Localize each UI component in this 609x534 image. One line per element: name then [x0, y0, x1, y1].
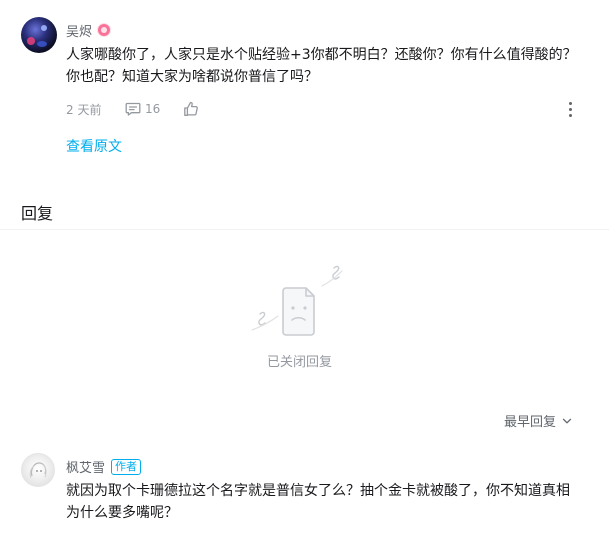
reply-count-button[interactable] [125, 102, 141, 116]
like-icon [184, 101, 198, 116]
comment-text-line-1: 人家哪酸你了，人家只是水个贴经验+3你都不明白？还酸你？你有什么值得酸的？ [66, 47, 577, 63]
sort-label: 最早回复 [504, 415, 557, 430]
username[interactable]: 吴烬 [66, 21, 92, 40]
more-icon[interactable] [569, 102, 572, 117]
empty-state-text: 已关闭回复 [267, 355, 333, 370]
divider [0, 229, 609, 230]
level-badge-icon [98, 24, 110, 36]
view-original-link[interactable]: 查看原文 [66, 136, 122, 156]
comment-header: 枫艾雪 作者 [66, 457, 142, 476]
comment-text-line-2: 你也配？知道大家为啥都说你普信了吗？ [66, 69, 318, 85]
empty-document-icon [251, 265, 343, 336]
comment-text-line-2: 为什么要多嘴呢？ [66, 505, 178, 521]
section-title: 回复 [21, 204, 54, 223]
avatar[interactable] [21, 17, 57, 53]
username[interactable]: 枫艾雪 [66, 457, 105, 476]
comment-time: 2 天前 [66, 103, 102, 117]
empty-state-illustration [248, 258, 358, 348]
author-tag: 作者 [111, 458, 142, 475]
comment-icon [125, 102, 141, 116]
avatar[interactable] [21, 453, 55, 487]
chevron-down-icon [562, 418, 572, 423]
sort-dropdown[interactable]: 最早回复 [504, 411, 572, 430]
reply-count: 16 [145, 102, 161, 116]
like-button[interactable] [183, 101, 199, 117]
comment-text-line-1: 就因为取个卡珊德拉这个名字就是普信女了么？抽个金卡就被酸了，你不知道真相 [66, 483, 570, 499]
